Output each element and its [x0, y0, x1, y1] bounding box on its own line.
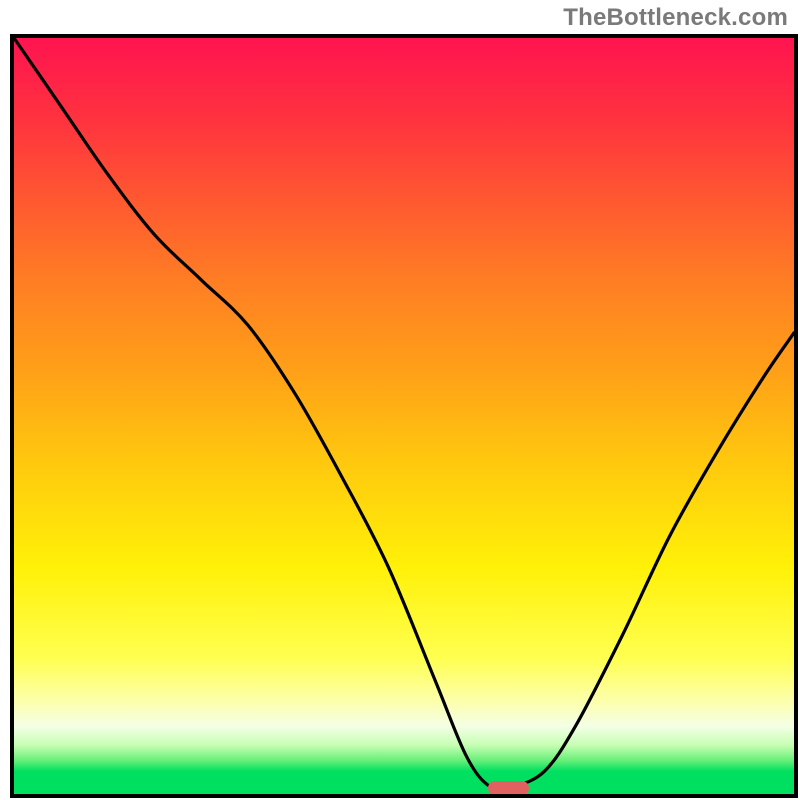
bottleneck-curve — [14, 38, 794, 794]
optimal-marker — [488, 781, 529, 795]
plot-area — [10, 34, 798, 798]
watermark-text: TheBottleneck.com — [563, 4, 788, 32]
